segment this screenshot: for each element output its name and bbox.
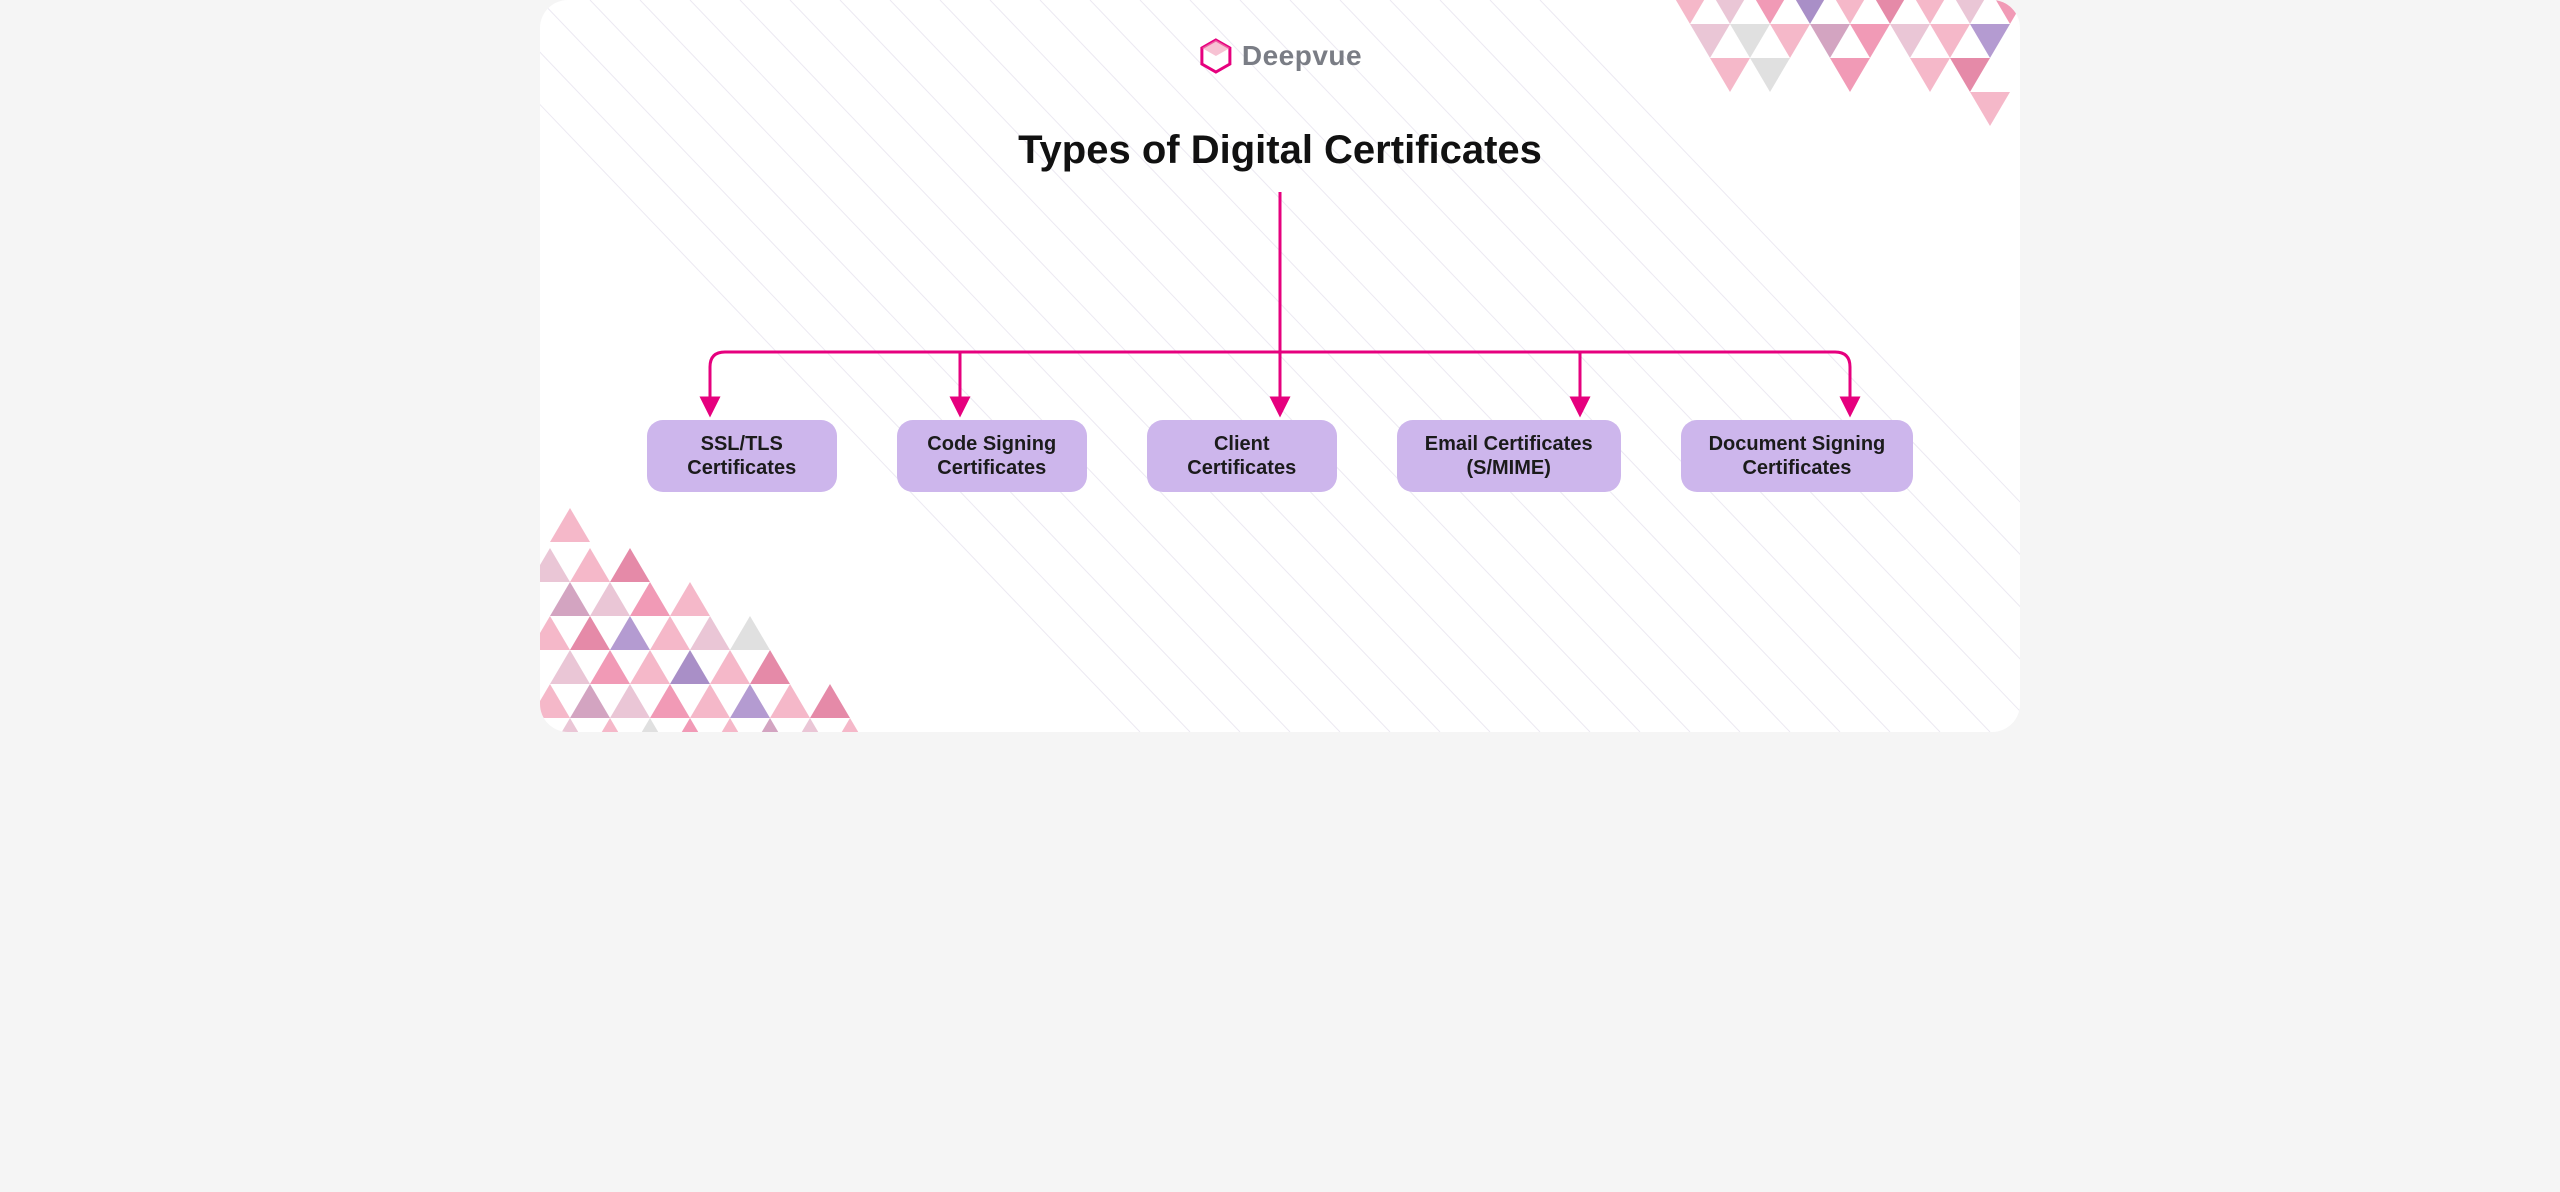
background-mesh bbox=[540, 0, 2020, 732]
diagram-canvas: Deepvue Types of Digital Certificates SS… bbox=[540, 0, 2020, 732]
tree-connector bbox=[540, 192, 2020, 432]
node-code-signing: Code Signing Certificates bbox=[897, 420, 1087, 492]
brand-logo: Deepvue bbox=[1198, 38, 1362, 74]
node-document-signing: Document Signing Certificates bbox=[1681, 420, 1914, 492]
logo-hexagon-icon bbox=[1198, 38, 1234, 74]
diagram-title: Types of Digital Certificates bbox=[1018, 128, 1542, 173]
node-ssl-tls: SSL/TLS Certificates bbox=[647, 420, 837, 492]
node-row: SSL/TLS Certificates Code Signing Certif… bbox=[540, 420, 2020, 492]
brand-name: Deepvue bbox=[1242, 40, 1362, 72]
triangle-decoration-top-right bbox=[1650, 0, 2020, 190]
node-email-smime: Email Certificates (S/MIME) bbox=[1397, 420, 1621, 492]
node-client: Client Certificates bbox=[1147, 420, 1337, 492]
triangle-decoration-bottom-left bbox=[540, 502, 890, 732]
